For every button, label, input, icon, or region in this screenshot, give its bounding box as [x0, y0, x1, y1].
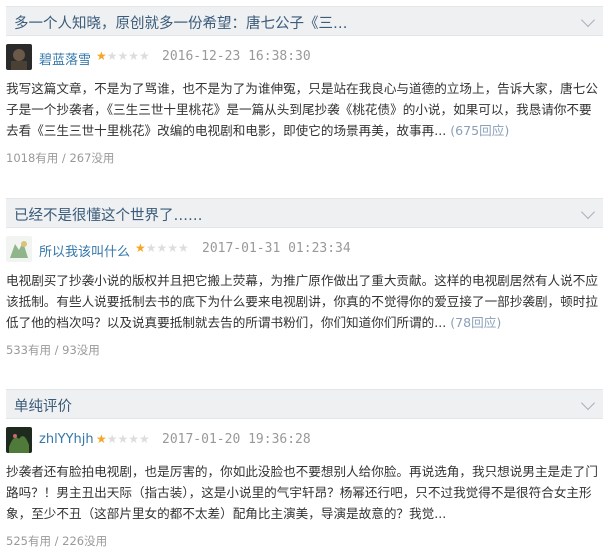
username[interactable]: 碧蓝落雪: [39, 49, 91, 68]
username[interactable]: 所以我该叫什么: [39, 241, 130, 260]
vote-counts[interactable]: 525有用 / 226没用: [6, 533, 107, 549]
review-body: 电视剧买了抄袭小说的版权并且把它搬上荧幕，为推广原作做出了重大贡献。这样的电视剧…: [6, 270, 603, 333]
review-time: 2017-01-20 19:36:28: [162, 432, 311, 447]
review-body: 我写这篇文章，不是为了骂谁，也不是为了为谁伸冤，只是站在我良心与道德的立场上，告…: [6, 78, 603, 141]
review-title-bar[interactable]: 单纯评价: [6, 389, 603, 419]
reply-count-link[interactable]: (675回应): [450, 123, 509, 138]
reply-count-link[interactable]: (78回应): [450, 315, 501, 330]
avatar[interactable]: [6, 236, 32, 262]
vote-counts[interactable]: 533有用 / 93没用: [6, 342, 100, 358]
review-text: 电视剧买了抄袭小说的版权并且把它搬上荧幕，为推广原作做出了重大贡献。这样的电视剧…: [6, 273, 598, 330]
ellipsis: ...: [434, 315, 447, 330]
review-title-bar[interactable]: 多一个人知晓，原创就多一份希望：唐七公子《三…: [6, 6, 603, 36]
review-title[interactable]: 已经不是很懂这个世界了……: [14, 204, 554, 225]
ellipsis: ...: [434, 123, 447, 138]
chevron-down-icon[interactable]: [580, 204, 596, 220]
chevron-down-icon[interactable]: [580, 12, 596, 28]
rating-stars: ★★★★★: [96, 49, 150, 63]
chevron-down-icon[interactable]: [580, 395, 596, 411]
review-text: 抄袭者还有脸拍电视剧，也是厉害的，你如此没脸也不要想别人给你脸。再说选角，我只想…: [6, 464, 598, 521]
avatar[interactable]: [6, 44, 32, 70]
review-title-bar[interactable]: 已经不是很懂这个世界了……: [6, 198, 603, 228]
review-title[interactable]: 单纯评价: [14, 395, 554, 416]
rating-stars: ★★★★★: [135, 241, 189, 255]
review-time: 2016-12-23 16:38:30: [162, 49, 311, 64]
review-time: 2017-01-31 01:23:34: [202, 241, 351, 256]
avatar[interactable]: [6, 427, 32, 453]
review-body: 抄袭者还有脸拍电视剧，也是厉害的，你如此没脸也不要想别人给你脸。再说选角，我只想…: [6, 461, 603, 524]
review-title[interactable]: 多一个人知晓，原创就多一份希望：唐七公子《三…: [14, 12, 554, 33]
ellipsis: ...: [434, 506, 447, 521]
username[interactable]: zhlYYhjh: [39, 432, 94, 447]
rating-stars: ★★★★★: [96, 432, 150, 446]
vote-counts[interactable]: 1018有用 / 267没用: [6, 150, 114, 166]
